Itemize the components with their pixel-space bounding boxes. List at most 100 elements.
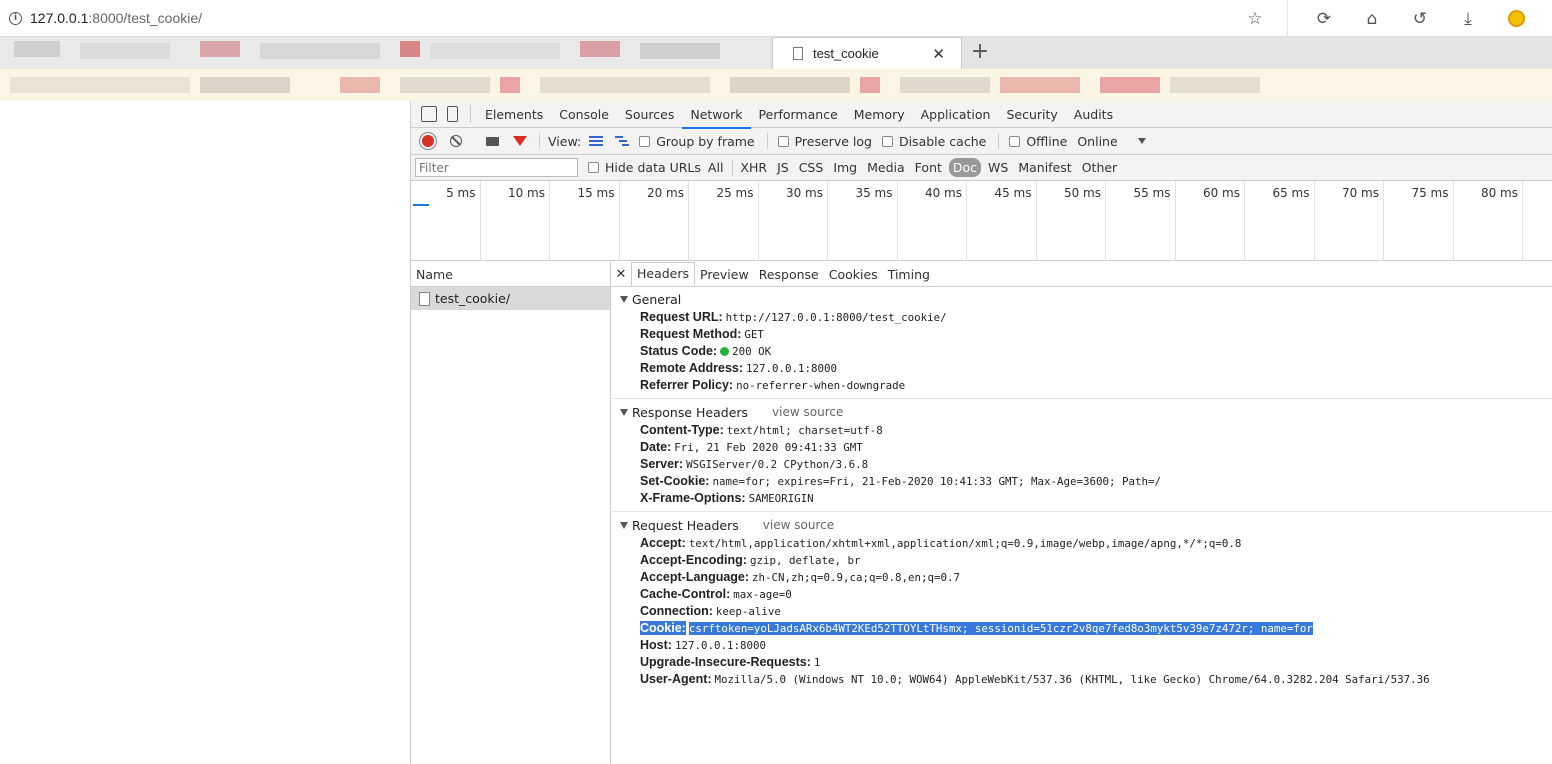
home-icon[interactable]: ⌂ [1360, 7, 1384, 31]
reload-icon[interactable]: ⟳ [1312, 7, 1336, 31]
tab-headers[interactable]: Headers [631, 262, 696, 286]
list-view-icon[interactable] [589, 136, 604, 146]
filter-type-all[interactable]: All [705, 158, 727, 177]
hide-data-urls-checkbox[interactable] [588, 162, 599, 173]
divider [766, 133, 768, 149]
divider [470, 105, 471, 123]
new-tab-button[interactable]: + [966, 41, 994, 65]
divider [732, 159, 734, 176]
waterfall-view-icon[interactable] [615, 136, 630, 146]
header-name: Remote Address: [640, 361, 744, 375]
filter-type-js[interactable]: JS [774, 158, 792, 177]
header-row[interactable]: Date: Fri, 21 Feb 2020 09:41:33 GMT [611, 439, 1552, 456]
tab-test-cookie[interactable]: test_cookie ✕ [772, 37, 962, 69]
filter-type-other[interactable]: Other [1079, 158, 1121, 177]
request-row[interactable]: test_cookie/ [411, 287, 610, 310]
device-toggle-icon[interactable] [447, 106, 458, 122]
tab-timing[interactable]: Timing [883, 262, 935, 287]
download-icon[interactable]: ⤓ [1456, 7, 1480, 31]
header-name: User-Agent: [640, 672, 712, 686]
filter-type-css[interactable]: CSS [796, 158, 827, 177]
header-row[interactable]: Content-Type: text/html; charset=utf-8 [611, 422, 1552, 439]
preserve-log-checkbox[interactable] [777, 135, 789, 147]
header-row[interactable]: Server: WSGIServer/0.2 CPython/3.6.8 [611, 456, 1552, 473]
info-icon[interactable]: i [9, 11, 22, 25]
chevron-down-icon[interactable] [1137, 138, 1146, 144]
tab-console[interactable]: Console [551, 101, 617, 128]
header-row[interactable]: Accept-Encoding: gzip, deflate, br [611, 552, 1552, 569]
filter-type-ws[interactable]: WS [985, 158, 1011, 177]
status-ok-icon [720, 347, 730, 356]
header-value: max-age=0 [733, 588, 792, 601]
tab-sources[interactable]: Sources [617, 101, 682, 128]
inspect-icon[interactable] [421, 106, 437, 122]
url-text[interactable]: 127.0.0.1:8000/test_cookie/ [30, 10, 202, 26]
devtools-panel: Elements Console Sources Network Perform… [410, 101, 1552, 764]
star-icon[interactable]: ☆ [1243, 7, 1267, 31]
header-row[interactable]: Upgrade-Insecure-Requests: 1 [611, 654, 1552, 671]
general-section: General Request URL: http://127.0.0.1:800… [611, 290, 1552, 399]
tab-elements[interactable]: Elements [477, 101, 551, 128]
tab-response[interactable]: Response [754, 262, 824, 287]
record-button[interactable] [422, 135, 434, 147]
details-tabbar: ✕ Headers Preview Response Cookies Timin… [611, 262, 1552, 287]
avatar[interactable] [1504, 7, 1528, 31]
header-row[interactable]: Request Method: GET [611, 326, 1552, 343]
header-name: Cache-Control: [640, 587, 731, 601]
header-row[interactable]: Set-Cookie: name=for; expires=Fri, 21-Feb… [611, 473, 1552, 490]
filter-type-manifest[interactable]: Manifest [1015, 158, 1074, 177]
tab-application[interactable]: Application [913, 101, 999, 128]
section-title: Request Headers [632, 518, 739, 533]
filter-type-doc[interactable]: Doc [948, 158, 982, 177]
header-row[interactable]: Referrer Policy: no-referrer-when-downgra… [611, 377, 1552, 394]
header-row[interactable]: Cookie: csrftoken=yoLJadsARx6b4WT2KEd52TT… [611, 620, 1552, 637]
tab-preview[interactable]: Preview [695, 262, 754, 287]
tab-security[interactable]: Security [998, 101, 1065, 128]
header-row[interactable]: Host: 127.0.0.1:8000 [611, 637, 1552, 654]
network-overview-timeline[interactable]: 5 ms 10 ms 15 ms 20 ms 25 ms 30 ms 35 ms 40 ms 4… [411, 181, 1552, 261]
general-header[interactable]: General [611, 290, 1552, 309]
header-row[interactable]: Request URL: http://127.0.0.1:8000/test_c… [611, 309, 1552, 326]
tab-audits[interactable]: Audits [1066, 101, 1121, 128]
tab-performance[interactable]: Performance [751, 101, 846, 128]
header-row[interactable]: Status Code: 200 OK [611, 343, 1552, 360]
name-column-header[interactable]: Name [411, 262, 610, 287]
group-by-frame-checkbox[interactable] [639, 135, 651, 147]
close-icon[interactable]: ✕ [611, 267, 631, 282]
section-title: General [632, 292, 682, 307]
filter-input[interactable] [415, 158, 578, 177]
camera-icon[interactable] [486, 136, 499, 146]
header-value: 1 [813, 656, 821, 669]
header-row[interactable]: X-Frame-Options: SAMEORIGIN [611, 490, 1552, 507]
header-row[interactable]: Connection: keep-alive [611, 603, 1552, 620]
page-viewport [0, 101, 410, 764]
header-name: Request Method: [640, 327, 742, 341]
header-value: 127.0.0.1:8000 [746, 362, 838, 375]
header-row[interactable]: User-Agent: Mozilla/5.0 (Windows NT 10.0;… [611, 671, 1552, 688]
clear-icon[interactable] [450, 135, 462, 147]
group-by-frame-label: Group by frame [656, 133, 755, 149]
disable-cache-checkbox[interactable] [881, 135, 893, 147]
offline-checkbox[interactable] [1009, 135, 1021, 147]
close-icon[interactable]: ✕ [932, 45, 945, 63]
tab-network[interactable]: Network [682, 101, 751, 129]
throttle-select[interactable]: Online [1077, 134, 1117, 149]
header-row[interactable]: Remote Address: 127.0.0.1:8000 [611, 360, 1552, 377]
header-row[interactable]: Accept-Language: zh-CN,zh;q=0.9,ca;q=0.8,… [611, 569, 1552, 586]
filter-type-img[interactable]: Img [830, 158, 860, 177]
view-source-link[interactable]: view source [763, 516, 834, 535]
url-path: :8000/test_cookie/ [88, 10, 203, 26]
header-row[interactable]: Cache-Control: max-age=0 [611, 586, 1552, 603]
tab-memory[interactable]: Memory [846, 101, 913, 128]
address-bar[interactable]: i 127.0.0.1:8000/test_cookie/ ☆ ⟳ ⌂ ↺ ⤓ [0, 0, 1552, 37]
filter-type-font[interactable]: Font [912, 158, 945, 177]
view-source-link[interactable]: view source [772, 403, 843, 422]
undo-icon[interactable]: ↺ [1408, 7, 1432, 31]
request-headers-header[interactable]: Request Headers view source [611, 516, 1552, 535]
filter-type-media[interactable]: Media [864, 158, 908, 177]
filter-type-xhr[interactable]: XHR [737, 158, 770, 177]
header-row[interactable]: Accept: text/html,application/xhtml+xml,a… [611, 535, 1552, 552]
filter-icon[interactable] [513, 136, 527, 146]
tab-cookies[interactable]: Cookies [824, 262, 883, 287]
response-headers-header[interactable]: Response Headers view source [611, 403, 1552, 422]
